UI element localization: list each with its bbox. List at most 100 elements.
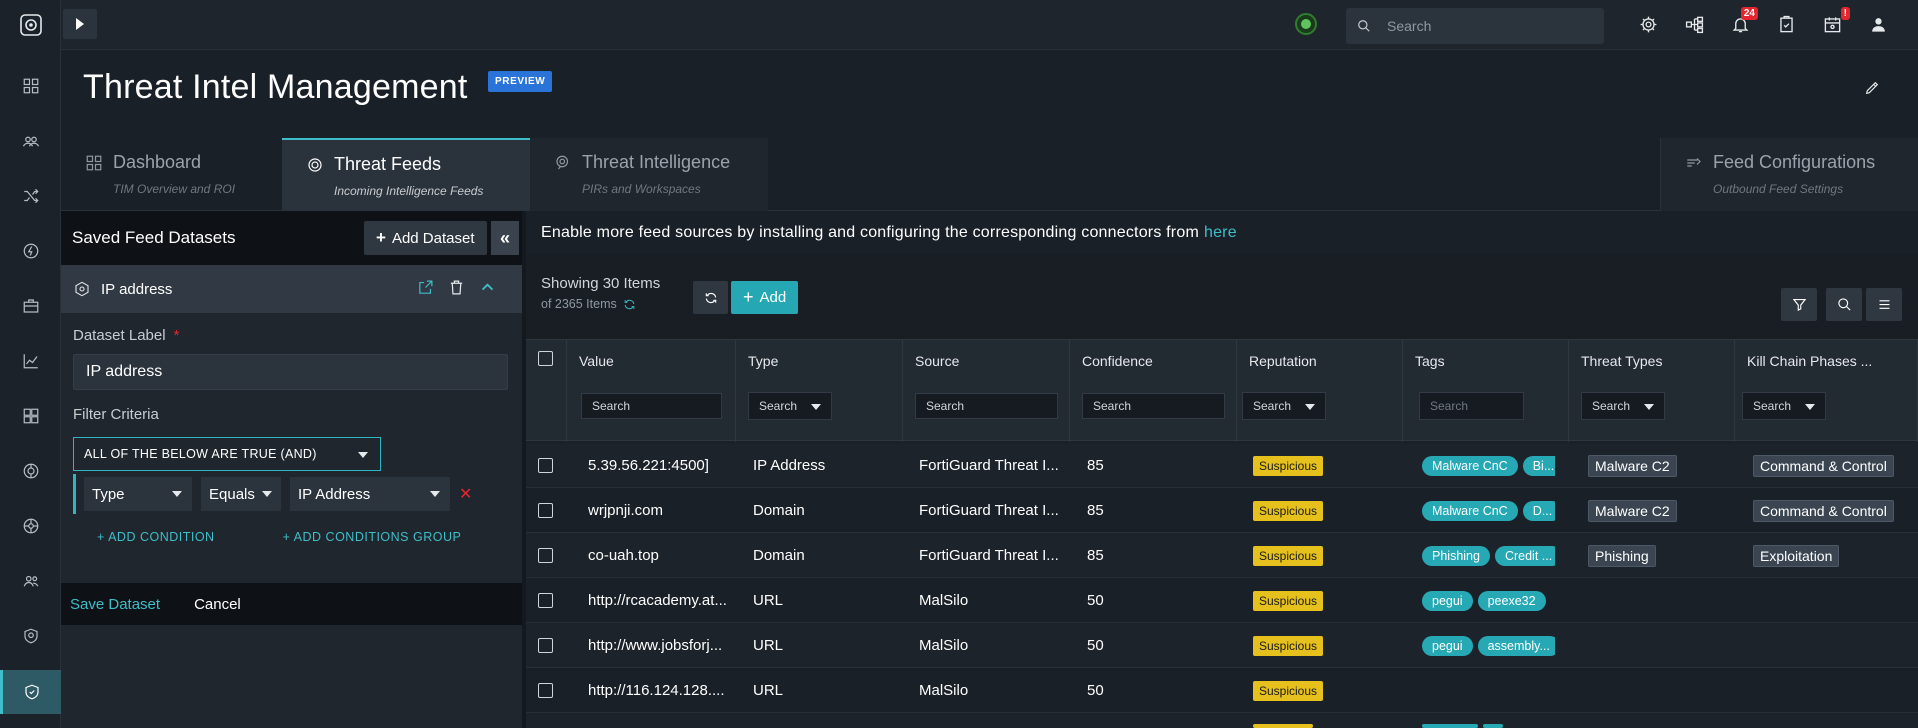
- tag-chip[interactable]: Malware CnC: [1422, 455, 1518, 476]
- logic-operator-select[interactable]: ALL OF THE BELOW ARE TRUE (AND): [73, 437, 381, 471]
- column-header[interactable]: Kill Chain Phases ...: [1747, 353, 1872, 369]
- row-checkbox[interactable]: [538, 458, 553, 473]
- tab-dashboard[interactable]: Dashboard TIM Overview and ROI: [61, 138, 281, 211]
- tag-chip[interactable]: Malware CnC: [1422, 500, 1518, 521]
- reputation-filter-select[interactable]: Search: [1242, 392, 1326, 420]
- column-header[interactable]: Source: [915, 353, 959, 369]
- open-external-icon[interactable]: [417, 279, 434, 296]
- kill-chain-filter-select[interactable]: Search: [1742, 392, 1826, 420]
- tag-chip[interactable]: [1422, 724, 1478, 728]
- row-checkbox[interactable]: [538, 683, 553, 698]
- nav-dashboard-icon[interactable]: [0, 64, 61, 108]
- calendar-gear-icon[interactable]: !: [1820, 7, 1850, 36]
- cell-value[interactable]: wrjpnji.com: [588, 488, 736, 533]
- cancel-button[interactable]: Cancel: [194, 596, 241, 613]
- add-dataset-button[interactable]: + Add Dataset: [364, 221, 487, 255]
- add-conditions-group-link[interactable]: + ADD CONDITIONS GROUP: [283, 530, 462, 544]
- tag-chip[interactable]: pegui: [1422, 635, 1473, 656]
- expand-sidebar-button[interactable]: [63, 9, 97, 39]
- global-search-input[interactable]: [1387, 18, 1587, 34]
- cell-value[interactable]: http://www.jobsforj...: [588, 623, 736, 668]
- nav-threat-intel-icon[interactable]: [0, 670, 61, 714]
- table-row[interactable]: 5.39.56.221:4500] IP Address FortiGuard …: [526, 443, 1918, 488]
- dataset-label-field[interactable]: IP address: [73, 354, 508, 390]
- tags-filter-input[interactable]: Search: [1419, 392, 1524, 420]
- row-checkbox[interactable]: [538, 503, 553, 518]
- clipboard-check-icon[interactable]: [1774, 12, 1798, 36]
- column-header[interactable]: Tags: [1415, 353, 1445, 369]
- chevron-up-icon[interactable]: [479, 279, 496, 296]
- filter-button[interactable]: [1781, 288, 1817, 321]
- condition-operator-select[interactable]: Equals: [201, 477, 281, 511]
- refresh-button[interactable]: [693, 281, 728, 314]
- tab-threat-intelligence[interactable]: Threat Intelligence PIRs and Workspaces: [530, 138, 768, 211]
- table-row[interactable]: [526, 713, 1918, 728]
- user-avatar-icon[interactable]: [1866, 12, 1890, 36]
- tag-chip[interactable]: D...: [1522, 500, 1555, 521]
- global-search[interactable]: [1346, 8, 1604, 44]
- nav-security-icon[interactable]: [0, 614, 61, 658]
- dataset-item[interactable]: IP address: [61, 265, 522, 313]
- nav-briefcase-icon[interactable]: [0, 284, 61, 328]
- row-checkbox[interactable]: [538, 593, 553, 608]
- notice-link[interactable]: here: [1204, 224, 1237, 242]
- search-button[interactable]: [1826, 288, 1862, 321]
- tag-chip[interactable]: pegui: [1422, 590, 1473, 611]
- tab-feed-configurations[interactable]: Feed Configurations Outbound Feed Settin…: [1660, 138, 1918, 211]
- table-row[interactable]: co-uah.top Domain FortiGuard Threat I...…: [526, 533, 1918, 578]
- save-dataset-button[interactable]: Save Dataset: [70, 596, 160, 613]
- cell-value[interactable]: http://rcacademy.at...: [588, 578, 736, 623]
- condition-value-select[interactable]: IP Address: [290, 477, 450, 511]
- value-filter-input[interactable]: Search: [581, 393, 722, 419]
- gear-icon[interactable]: [1636, 12, 1660, 36]
- add-condition-link[interactable]: + ADD CONDITION: [97, 530, 215, 544]
- tag-chip[interactable]: peexe32: [1477, 590, 1546, 611]
- table-row[interactable]: http://rcacademy.at... URL MalSilo 50 Su…: [526, 578, 1918, 623]
- tag-chip[interactable]: [1483, 724, 1503, 728]
- nav-users-icon[interactable]: [0, 559, 61, 603]
- app-logo-icon[interactable]: [0, 0, 61, 50]
- source-filter-input[interactable]: Search: [915, 393, 1058, 419]
- menu-button[interactable]: [1866, 288, 1902, 321]
- column-header[interactable]: Reputation: [1249, 353, 1317, 369]
- cell-source: MalSilo: [919, 592, 969, 609]
- nav-settings-wheel-icon[interactable]: [0, 504, 61, 548]
- connection-status-icon[interactable]: [1295, 13, 1317, 35]
- sync-icon[interactable]: [623, 298, 636, 311]
- add-button[interactable]: + Add: [731, 281, 799, 314]
- select-all-checkbox[interactable]: [538, 351, 553, 366]
- nav-analytics-icon[interactable]: [0, 339, 61, 383]
- nav-threat-hunting-icon[interactable]: [0, 449, 61, 493]
- type-filter-select[interactable]: Search: [748, 392, 832, 420]
- edit-pencil-icon[interactable]: [1864, 80, 1880, 101]
- remove-condition-icon[interactable]: ✕: [459, 484, 472, 504]
- table-row[interactable]: http://www.jobsforj... URL MalSilo 50 Su…: [526, 623, 1918, 668]
- confidence-filter-input[interactable]: Search: [1082, 393, 1225, 419]
- tab-threat-feeds[interactable]: Threat Feeds Incoming Intelligence Feeds: [282, 138, 530, 211]
- tag-chip[interactable]: assembly...: [1477, 635, 1555, 656]
- hierarchy-icon[interactable]: [1682, 12, 1706, 36]
- tag-chip[interactable]: Bi...: [1522, 455, 1555, 476]
- collapse-panel-button[interactable]: «: [491, 221, 519, 255]
- column-header[interactable]: Threat Types: [1581, 353, 1662, 369]
- cell-value[interactable]: 5.39.56.221:4500]: [588, 443, 736, 488]
- nav-automation-icon[interactable]: [0, 229, 61, 273]
- tag-chip[interactable]: Credit ...: [1494, 545, 1555, 566]
- row-checkbox[interactable]: [538, 548, 553, 563]
- nav-incidents-icon[interactable]: [0, 119, 61, 163]
- threat-types-filter-select[interactable]: Search: [1581, 392, 1665, 420]
- trash-icon[interactable]: [448, 279, 465, 296]
- nav-shuffle-icon[interactable]: [0, 174, 61, 218]
- column-header[interactable]: Type: [748, 353, 778, 369]
- column-header[interactable]: Confidence: [1082, 353, 1153, 369]
- row-checkbox[interactable]: [538, 638, 553, 653]
- notifications-bell-icon[interactable]: 24: [1728, 7, 1758, 36]
- table-row[interactable]: http://116.124.128.... URL MalSilo 50 Su…: [526, 668, 1918, 713]
- tag-chip[interactable]: Phishing: [1422, 545, 1490, 566]
- condition-field-select[interactable]: Type: [84, 477, 192, 511]
- column-header[interactable]: Value: [579, 353, 614, 369]
- table-row[interactable]: wrjpnji.com Domain FortiGuard Threat I..…: [526, 488, 1918, 533]
- cell-value[interactable]: co-uah.top: [588, 533, 736, 578]
- cell-value[interactable]: http://116.124.128....: [588, 668, 736, 713]
- nav-modules-icon[interactable]: [0, 394, 61, 438]
